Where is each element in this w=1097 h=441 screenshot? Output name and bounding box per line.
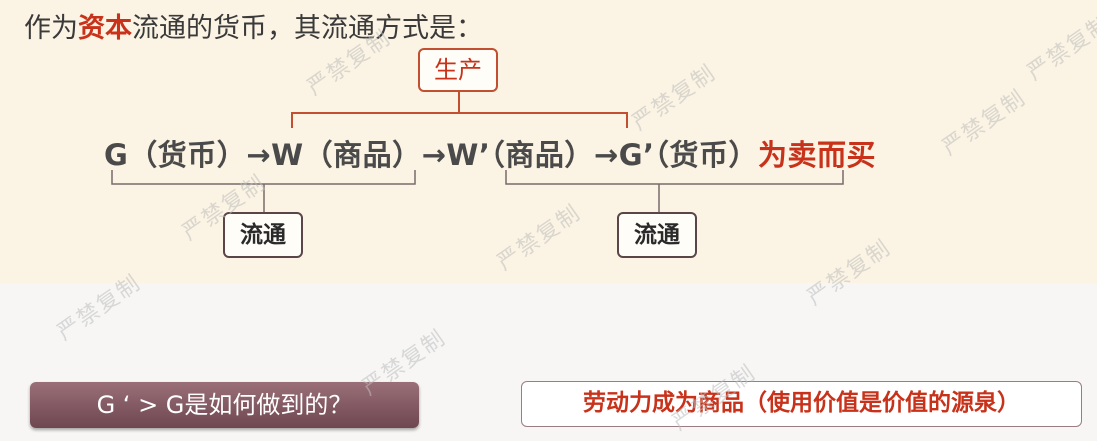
question-button[interactable]: G ‘ > G是如何做到的？	[30, 382, 419, 428]
circulation-bracket-right	[505, 170, 844, 212]
circulation-label-right: 流通	[617, 212, 697, 258]
answer-box: 劳动力成为商品（使用价值是价值的源泉）	[521, 381, 1082, 427]
capital-circulation-formula: G（货币）→W（商品）→W’（商品）→G’（货币）为卖而买	[104, 132, 876, 174]
production-label: 生产	[418, 48, 498, 92]
circulation-label-left: 流通	[223, 212, 303, 258]
formula-main: G（货币）→W（商品）→W’（商品）→G’（货币）	[104, 138, 759, 172]
production-bracket	[291, 92, 628, 128]
formula-tail: 为卖而买	[758, 138, 877, 172]
circulation-bracket-left	[111, 170, 416, 212]
